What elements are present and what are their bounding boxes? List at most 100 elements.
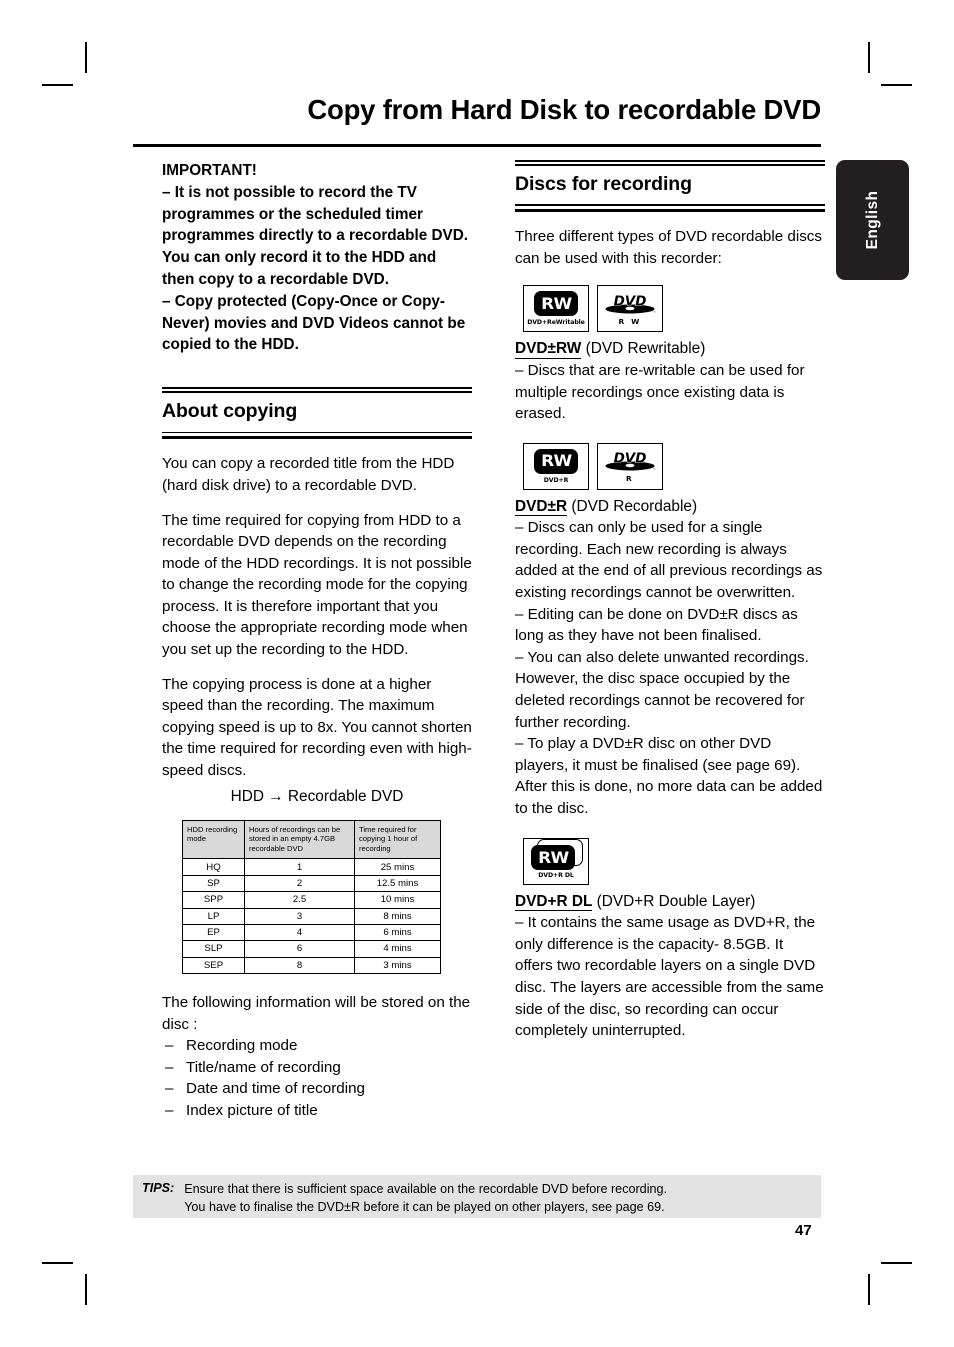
rw-plate-icon: RW — [534, 291, 578, 317]
crop-mark-top-right-horizontal — [881, 84, 912, 86]
rw-logo-text: RW — [540, 451, 572, 471]
disc-entry-dvd-r-dl: RW DVD+R DL DVD+R DL (DVD+R Double Layer… — [515, 837, 825, 1042]
table-cell-mode: SPP — [182, 891, 245, 909]
dvd-disc-icon: DVD ™ — [605, 450, 656, 472]
title-underline-rule — [133, 144, 821, 147]
table-cell-mode: EP — [182, 923, 245, 942]
dvd-logo-caption: R — [626, 474, 634, 484]
discs-rule-bottom-thick — [515, 208, 825, 213]
about-copying-body: You can copy a recorded title from the H… — [162, 453, 472, 781]
rw-double-layer-icon: RW — [531, 839, 583, 871]
about-copying-paragraph-2: The time required for copying from HDD t… — [162, 511, 472, 659]
about-copying-section: About copying — [162, 387, 472, 440]
about-copying-rule-bottom-thick — [162, 435, 472, 440]
dvd-rw-body: – Discs that are re-writable can be used… — [515, 361, 805, 423]
table-header-mode: HDD recording mode — [182, 819, 245, 860]
disc-entry-dvd-r: RW DVD+R DVD ™ R DVD±R (DVD Recordable) — [515, 442, 825, 820]
right-column: Discs for recording Three different type… — [515, 160, 825, 1042]
language-thumb-tab: English — [836, 160, 909, 280]
stored-info-list: – Recording mode – Title/name of recordi… — [162, 1035, 472, 1121]
svg-text:™: ™ — [653, 311, 657, 315]
table-row: SLP 6 4 mins — [182, 940, 441, 958]
list-item: – Title/name of recording — [162, 1057, 472, 1079]
svg-text:DVD: DVD — [614, 451, 647, 467]
logo-row-dvd-r-dl: RW DVD+R DL — [523, 837, 825, 885]
page-title: Copy from Hard Disk to recordable DVD — [307, 94, 821, 125]
rw-logo-caption: DVD+R — [543, 476, 569, 484]
dvd-rw-title-rest: (DVD Rewritable) — [581, 340, 706, 358]
crop-mark-bottom-right-vertical — [868, 1274, 870, 1305]
crop-mark-bottom-left-vertical — [85, 1274, 87, 1305]
disc-entry-dvd-rw: RW DVD+ReWritable DVD ™ R W DVD±RW (DVD … — [515, 285, 825, 424]
table-row: SP 2 12.5 mins — [182, 874, 441, 893]
dvd-r-title-bold: DVD±R — [515, 497, 568, 517]
dvd-rw-title-bold: DVD±RW — [515, 340, 582, 359]
table-header-row: HDD recording mode Hours of recordings c… — [182, 819, 441, 860]
dvd-dash-r-logo: DVD ™ R — [597, 442, 663, 490]
dvd-r-title-rest: (DVD Recordable) — [567, 497, 698, 515]
table-cell-mode: HQ — [182, 858, 245, 876]
table-row: HQ 1 25 mins — [182, 858, 441, 876]
rw-logo-caption: DVD+ReWritable — [527, 319, 585, 327]
table-cell-hours: 4 — [244, 923, 355, 942]
table-header-hours: Hours of recordings can be stored in an … — [244, 819, 355, 860]
page-number: 47 — [795, 1222, 812, 1239]
about-copying-heading: About copying — [162, 400, 298, 423]
about-copying-paragraph-1: You can copy a recorded title from the H… — [162, 455, 455, 494]
table-cell-hours: 2 — [244, 874, 355, 893]
rw-plate-icon: RW — [534, 448, 578, 474]
crop-mark-top-left-horizontal — [42, 84, 73, 86]
table-caption: HDD → Recordable DVD — [230, 787, 404, 805]
recording-mode-table: HDD recording mode Hours of recordings c… — [182, 819, 441, 975]
dvd-r-title: DVD±R (DVD Recordable) — [515, 496, 825, 518]
tips-text: Ensure that there is sufficient space av… — [184, 1181, 667, 1216]
table-row: SEP 8 3 mins — [182, 956, 441, 975]
table-cell-mode: LP — [182, 907, 245, 925]
important-heading: IMPORTANT! — [162, 162, 257, 179]
dvd-disc-icon: DVD ™ — [605, 293, 657, 315]
dvd-plus-r-dl-logo: RW DVD+R DL — [523, 837, 589, 885]
table-cell-time: 12.5 mins — [354, 874, 441, 893]
table-cell-mode: SP — [182, 874, 245, 893]
dash-bullet-icon: – — [165, 1102, 174, 1119]
table-cell-hours: 8 — [244, 956, 355, 975]
list-item-label: Title/name of recording — [186, 1058, 341, 1076]
tips-label: TIPS: — [142, 1181, 175, 1195]
table-header-time: Time required for copying 1 hour of reco… — [354, 819, 441, 860]
svg-text:DVD: DVD — [614, 293, 647, 309]
list-item-label: Date and time of recording — [186, 1080, 365, 1098]
list-item-label: Recording mode — [186, 1037, 298, 1055]
dvd-r-dl-body: – It contains the same usage as DVD+R, t… — [515, 914, 824, 1040]
dash-bullet-icon: – — [165, 1037, 174, 1055]
list-item: – Recording mode — [162, 1035, 472, 1057]
rw-plate-icon: RW — [531, 845, 575, 871]
table-cell-hours: 3 — [244, 907, 355, 925]
dvd-r-dl-title-rest: (DVD+R Double Layer) — [592, 892, 756, 910]
dvd-r-body: – Discs can only be used for a single re… — [515, 519, 823, 818]
dash-bullet-icon: – — [165, 1058, 174, 1076]
stored-info-block: The following information will be stored… — [162, 992, 472, 1122]
list-item: – Date and time of recording — [162, 1078, 472, 1100]
dash-bullet-icon: – — [165, 1080, 174, 1098]
crop-mark-bottom-right-horizontal — [881, 1262, 912, 1264]
crop-mark-bottom-left-horizontal — [42, 1262, 73, 1264]
table-cell-mode: SEP — [182, 956, 245, 975]
table-cell-time: 10 mins — [354, 891, 441, 909]
discs-intro-paragraph: Three different types of DVD recordable … — [515, 228, 822, 267]
table-row: SPP 2.5 10 mins — [182, 891, 441, 909]
tips-bar: TIPS: Ensure that there is sufficient sp… — [133, 1175, 821, 1218]
important-block: IMPORTANT! – It is not possible to recor… — [162, 160, 472, 356]
about-copying-paragraph-3: The copying process is done at a higher … — [162, 675, 472, 780]
important-paragraph-2: – Copy protected (Copy-Once or Copy-Neve… — [162, 292, 466, 354]
table-cell-time: 8 mins — [354, 907, 441, 925]
table-cell-hours: 1 — [244, 858, 355, 876]
tips-line-1: Ensure that there is sufficient space av… — [184, 1182, 667, 1196]
rw-logo-text: RW — [540, 293, 572, 313]
page-content: Copy from Hard Disk to recordable DVD IM… — [133, 94, 825, 1241]
discs-for-recording-section: Discs for recording — [515, 160, 825, 213]
rw-logo-text: RW — [537, 847, 569, 867]
rw-logo-caption: DVD+R DL — [538, 872, 574, 880]
crop-mark-top-left-vertical — [85, 42, 87, 73]
table-row: EP 4 6 mins — [182, 923, 441, 942]
table-cell-hours: 6 — [244, 940, 355, 958]
